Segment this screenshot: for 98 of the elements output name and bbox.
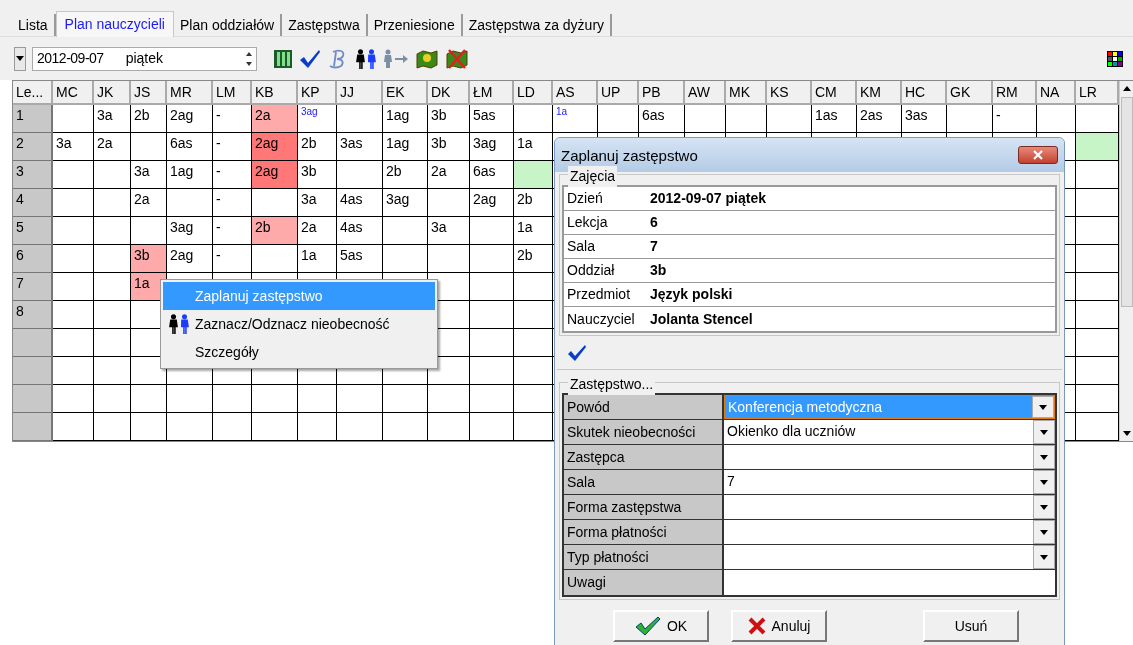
group-title: Zajęcia (568, 166, 618, 187)
table-cell[interactable]: 3a (131, 161, 167, 189)
menu-item[interactable]: Szczegóły (163, 338, 435, 366)
row-header: 3 (13, 161, 53, 189)
table-cell[interactable]: 1ag (383, 105, 428, 133)
delete-button[interactable]: Usuń (923, 610, 1019, 642)
table-cell[interactable]: 2b (298, 133, 337, 161)
table-cell[interactable]: 2a (298, 217, 337, 245)
menu-item[interactable]: Zaznacz/Odznacz nieobecność (163, 310, 435, 338)
table-cell[interactable]: 2a (94, 133, 131, 161)
table-cell[interactable]: 3b (428, 105, 470, 133)
table-cell[interactable]: 1a (514, 217, 553, 245)
field-value: 2012-09-07 piątek (650, 189, 766, 208)
table-cell[interactable]: 2a (428, 161, 470, 189)
table-cell[interactable]: 3b (131, 245, 167, 273)
field-label: Powód (564, 395, 724, 419)
date-value: 2012-09-07 (37, 49, 104, 68)
table-cell[interactable]: 4as (337, 189, 383, 217)
table-cell[interactable]: 3ag (383, 189, 428, 217)
menu-item-label: Szczegóły (195, 342, 259, 362)
cancel-button[interactable]: Anuluj (731, 610, 827, 642)
table-cell[interactable]: 2ag (167, 105, 213, 133)
dropdown-field[interactable]: 7 (724, 470, 1055, 494)
table-cell[interactable]: 2b (514, 245, 553, 273)
table-cell[interactable]: 4as (337, 217, 383, 245)
table-cell[interactable]: - (213, 161, 252, 189)
table-cell[interactable]: 3a (94, 105, 131, 133)
field-label: Uwagi (564, 570, 724, 595)
table-cell[interactable]: 3a (428, 217, 470, 245)
table-cell[interactable]: 5as (337, 245, 383, 273)
field-value: 7 (650, 237, 658, 256)
row-header: 1 (13, 105, 53, 133)
table-cell[interactable]: 2ag (252, 161, 298, 189)
table-cell[interactable]: 2a (252, 105, 298, 133)
table-cell[interactable]: 1a (553, 105, 598, 133)
table-cell[interactable]: 1as (812, 105, 857, 133)
field-label: Przedmiot (566, 285, 632, 304)
table-cell[interactable]: - (213, 217, 252, 245)
table-cell[interactable]: 6as (639, 105, 685, 133)
menu-item-label: Zaznacz/Odznacz nieobecność (195, 314, 390, 334)
field-label: Sala (564, 470, 724, 494)
field-label: Nauczyciel (566, 309, 636, 329)
field-label: Zastępca (564, 445, 724, 469)
row-header: 5 (13, 217, 53, 245)
table-cell[interactable]: 3a (53, 133, 94, 161)
row-header: 2 (13, 133, 53, 161)
dropdown-field[interactable]: Okienko dla uczniów (724, 420, 1055, 444)
table-cell[interactable]: 3as (337, 133, 383, 161)
row-header: 8 (13, 301, 53, 329)
table-cell[interactable]: - (213, 105, 252, 133)
row-header: 7 (13, 273, 53, 301)
table-cell[interactable]: 3as (902, 105, 947, 133)
table-cell[interactable]: - (993, 105, 1037, 133)
table-cell[interactable]: 1ag (167, 161, 213, 189)
field-label: Skutek nieobecności (564, 420, 724, 444)
field-label: Sala (566, 237, 597, 256)
dialog-title: Zaplanuj zastępstwo (561, 146, 698, 164)
table-cell[interactable]: 2b (252, 217, 298, 245)
table-cell[interactable]: 2as (857, 105, 902, 133)
table-cell[interactable]: 3b (298, 161, 337, 189)
day-value: piątek (125, 49, 163, 68)
table-cell[interactable]: - (213, 189, 252, 217)
table-cell[interactable]: 3ag (470, 133, 514, 161)
table-cell[interactable]: - (213, 133, 252, 161)
table-cell[interactable]: 1a (514, 133, 553, 161)
field-value: Jolanta Stencel (650, 309, 753, 329)
table-cell[interactable]: 6as (470, 161, 514, 189)
field-value: 6 (650, 213, 658, 232)
field-value: 3b (650, 261, 667, 280)
field-label: Typ płatności (564, 545, 724, 569)
field-label: Lekcja (566, 213, 609, 232)
table-cell[interactable]: 2ag (167, 245, 213, 273)
table-cell[interactable]: 2a (131, 189, 167, 217)
field-label: Forma zastępstwa (564, 495, 724, 519)
table-cell[interactable]: 3ag (298, 105, 337, 133)
tab[interactable]: Plan nauczycieli (55, 11, 174, 37)
table-cell[interactable]: 1a (298, 245, 337, 273)
table-cell[interactable]: 2b (514, 189, 553, 217)
row-header: 4 (13, 189, 53, 217)
ok-button[interactable]: OK (613, 610, 709, 642)
menu-item-label: Zaplanuj zastępstwo (195, 286, 323, 306)
table-cell[interactable]: 2ag (470, 189, 514, 217)
table-cell[interactable]: 6as (167, 133, 213, 161)
table-cell[interactable]: 2ag (252, 133, 298, 161)
date-field[interactable]: 2012-09-07 piątek (32, 46, 257, 71)
field-label: Dzień (566, 189, 604, 208)
table-cell[interactable]: 3a (298, 189, 337, 217)
table-cell[interactable]: 2b (131, 105, 167, 133)
table-cell[interactable]: 3b (428, 133, 470, 161)
table-cell[interactable]: - (213, 245, 252, 273)
table-cell[interactable]: 1ag (383, 133, 428, 161)
row-header: 6 (13, 245, 53, 273)
table-cell[interactable]: 5as (470, 105, 514, 133)
field-label: Oddział (566, 261, 616, 280)
table-cell[interactable]: 2b (383, 161, 428, 189)
field-value: Język polski (650, 285, 733, 304)
table-cell[interactable]: 3ag (167, 217, 213, 245)
field-label: Forma płatności (564, 520, 724, 544)
